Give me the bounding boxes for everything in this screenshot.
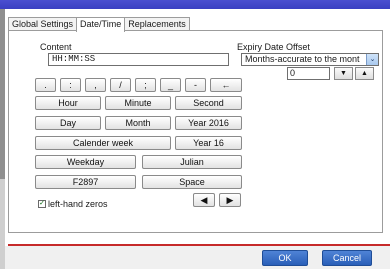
expiry-label: Expiry Date Offset: [237, 42, 310, 52]
symbol-comma-button[interactable]: ,: [85, 78, 106, 92]
tab-replacements[interactable]: Replacements: [124, 17, 190, 31]
expiry-selected-value: Months-accurate to the mont: [245, 54, 360, 64]
year-16-button[interactable]: Year 16: [175, 136, 242, 150]
arrow-right-icon[interactable]: ▶: [219, 193, 241, 207]
calender-week-button[interactable]: Calender week: [35, 136, 171, 150]
weekday-button[interactable]: Weekday: [35, 155, 136, 169]
hour-button[interactable]: Hour: [35, 96, 101, 110]
spin-up-button[interactable]: ▲: [355, 67, 374, 80]
backspace-button[interactable]: ←: [210, 78, 242, 92]
day-button[interactable]: Day: [35, 116, 101, 130]
year-2016-button[interactable]: Year 2016: [175, 116, 242, 130]
arrow-left-icon[interactable]: ◀: [193, 193, 215, 207]
expiry-select[interactable]: Months-accurate to the mont ⌄: [241, 53, 379, 66]
minute-button[interactable]: Minute: [105, 96, 171, 110]
tab-bar: Global Settings Date/Time Replacements: [8, 17, 190, 32]
julian-button[interactable]: Julian: [142, 155, 242, 169]
cancel-button[interactable]: Cancel: [322, 250, 372, 266]
left-hand-zeros-checkbox[interactable]: ✓: [38, 200, 46, 208]
symbol-slash-button[interactable]: /: [110, 78, 131, 92]
symbol-semicolon-button[interactable]: ;: [135, 78, 156, 92]
symbol-underscore-button[interactable]: _: [160, 78, 181, 92]
spin-down-button[interactable]: ▼: [334, 67, 353, 80]
second-button[interactable]: Second: [175, 96, 242, 110]
title-bar: [0, 0, 390, 9]
left-hand-zeros-label: left-hand zeros: [48, 199, 108, 209]
month-button[interactable]: Month: [105, 116, 171, 130]
chevron-down-icon[interactable]: ⌄: [366, 54, 378, 65]
offset-input[interactable]: 0: [287, 67, 330, 80]
symbol-colon-button[interactable]: :: [60, 78, 81, 92]
tab-date-time[interactable]: Date/Time: [76, 17, 126, 32]
symbol-dot-button[interactable]: .: [35, 78, 56, 92]
tab-global-settings[interactable]: Global Settings: [8, 17, 78, 31]
content-input[interactable]: HH:MM:SS: [48, 53, 229, 66]
f2897-button[interactable]: F2897: [35, 175, 136, 189]
ok-button[interactable]: OK: [262, 250, 308, 266]
symbol-dash-button[interactable]: -: [185, 78, 206, 92]
space-button[interactable]: Space: [142, 175, 242, 189]
content-label: Content: [40, 42, 72, 52]
